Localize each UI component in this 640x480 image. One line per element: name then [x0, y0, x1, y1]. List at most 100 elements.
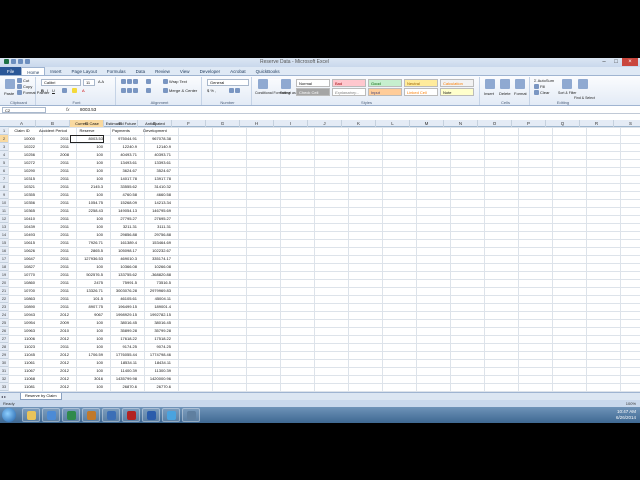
- format-cells-icon[interactable]: [515, 79, 525, 89]
- cell-estimated-future-payments[interactable]: 15268.09: [104, 199, 138, 207]
- cell-claim-id[interactable]: 11068: [8, 375, 36, 383]
- cell-claim-id[interactable]: 10439: [8, 223, 36, 231]
- orientation-button[interactable]: [146, 79, 152, 85]
- cell-anticipated-development[interactable]: -368820.88: [138, 271, 172, 279]
- header-accident-period[interactable]: Accident Period: [36, 120, 70, 135]
- style-good[interactable]: Good: [368, 79, 402, 87]
- italic-button[interactable]: I: [47, 88, 48, 93]
- style-neutral[interactable]: Neutral: [404, 79, 438, 87]
- tab-acrobat[interactable]: Acrobat: [225, 67, 251, 75]
- cell-estimated-future-payments[interactable]: 975044.91: [104, 135, 138, 143]
- number-format-select[interactable]: General: [207, 79, 249, 86]
- row-header[interactable]: 30: [0, 359, 8, 367]
- cell-claim-id[interactable]: 10290: [8, 167, 36, 175]
- row-header[interactable]: 24: [0, 311, 8, 319]
- merge-center-button[interactable]: Merge & Center: [163, 88, 197, 94]
- tab-page-layout[interactable]: Page Layout: [67, 67, 102, 75]
- font-size-box[interactable]: 11: [83, 79, 95, 86]
- borders-button[interactable]: [62, 88, 68, 94]
- cell-estimated-future-payments[interactable]: 33555.62: [104, 183, 138, 191]
- cell-estimated-future-payments[interactable]: 196499.15: [104, 303, 138, 311]
- cell-accident-period[interactable]: 2011: [36, 207, 70, 215]
- decimal-button[interactable]: [229, 88, 241, 94]
- cell-accident-period[interactable]: 2011: [36, 247, 70, 255]
- cell-anticipated-development[interactable]: 4660.58: [138, 191, 172, 199]
- row-header[interactable]: 11: [0, 207, 8, 215]
- row-header[interactable]: 5: [0, 159, 8, 167]
- cell-estimated-future-payments[interactable]: 11400.39: [104, 367, 138, 375]
- row-header[interactable]: 17: [0, 255, 8, 263]
- cell-claim-id[interactable]: 10890: [8, 303, 36, 311]
- cell-estimated-future-payments[interactable]: 469010.3: [104, 255, 138, 263]
- cell-estimated-future-payments[interactable]: 1435799.98: [104, 375, 138, 383]
- cell-claim-id[interactable]: 10827: [8, 263, 36, 271]
- cell-anticipated-development[interactable]: 27695.27: [138, 215, 172, 223]
- cell-claim-id[interactable]: 10954: [8, 319, 36, 327]
- excel-icon[interactable]: [62, 408, 80, 422]
- cell-current-case-reserve[interactable]: 100: [70, 175, 104, 183]
- cell-claim-id[interactable]: 11045: [8, 351, 36, 359]
- cell-current-case-reserve[interactable]: 100: [70, 359, 104, 367]
- cell-estimated-future-payments[interactable]: 1998929.15: [104, 311, 138, 319]
- row-header[interactable]: 28: [0, 343, 8, 351]
- cell-anticipated-development[interactable]: 38016.45: [138, 319, 172, 327]
- row-header[interactable]: 32: [0, 375, 8, 383]
- cell-claim-id[interactable]: 10700: [8, 287, 36, 295]
- cell-estimated-future-payments[interactable]: 149054.13: [104, 207, 138, 215]
- cell-current-case-reserve[interactable]: 100: [70, 151, 104, 159]
- cell-estimated-future-payments[interactable]: 13493.61: [104, 159, 138, 167]
- cell-claim-id[interactable]: 10365: [8, 207, 36, 215]
- font-color-button[interactable]: A: [82, 88, 85, 93]
- cell-claim-id[interactable]: 10863: [8, 295, 36, 303]
- row-header[interactable]: 31: [0, 367, 8, 375]
- row-header[interactable]: 9: [0, 191, 8, 199]
- tab-quickbooks[interactable]: QuickBooks: [251, 67, 285, 75]
- row-header[interactable]: 4: [0, 151, 8, 159]
- cell-accident-period[interactable]: 2011: [36, 231, 70, 239]
- cell-anticipated-development[interactable]: 10266.08: [138, 263, 172, 271]
- tab-view[interactable]: View: [175, 67, 195, 75]
- cell-claim-id[interactable]: 11061: [8, 359, 36, 367]
- redo-icon[interactable]: [25, 59, 30, 64]
- cell-claim-id[interactable]: 10000: [8, 135, 36, 143]
- cell-accident-period[interactable]: 2012: [36, 335, 70, 343]
- row-header[interactable]: 33: [0, 383, 8, 391]
- cell-claim-id[interactable]: 10963: [8, 327, 36, 335]
- insert-cells-icon[interactable]: [485, 79, 495, 89]
- start-button[interactable]: [2, 408, 16, 422]
- cell-anticipated-development[interactable]: 40393.71: [138, 151, 172, 159]
- row-header[interactable]: 16: [0, 247, 8, 255]
- cell-anticipated-development[interactable]: 29756.88: [138, 231, 172, 239]
- fill-button[interactable]: Fill: [534, 84, 545, 90]
- style-explanatory[interactable]: Explanatory...: [332, 88, 366, 96]
- cell-anticipated-development[interactable]: 11300.39: [138, 367, 172, 375]
- find-select-icon[interactable]: [578, 79, 588, 89]
- selected-cell-c2[interactable]: [70, 135, 104, 143]
- cell-claim-id[interactable]: 10222: [8, 143, 36, 151]
- cell-anticipated-development[interactable]: 1992782.15: [138, 311, 172, 319]
- cell-estimated-future-payments[interactable]: 105098.17: [104, 247, 138, 255]
- cell-current-case-reserve[interactable]: 100: [70, 319, 104, 327]
- worksheet-grid[interactable]: ABCDEFGHIJKLMNOPQRSTUV 12345678910111213…: [0, 120, 640, 398]
- cell-accident-period[interactable]: 2011: [36, 239, 70, 247]
- row-header[interactable]: 3: [0, 143, 8, 151]
- cell-claim-id[interactable]: 10626: [8, 247, 36, 255]
- row-header[interactable]: 12: [0, 215, 8, 223]
- top-align-button[interactable]: [121, 79, 139, 85]
- style-calculation[interactable]: Calculation: [440, 79, 474, 87]
- row-header[interactable]: 1: [0, 127, 8, 135]
- cell-accident-period[interactable]: 2011: [36, 135, 70, 143]
- cell-accident-period[interactable]: 2012: [36, 351, 70, 359]
- cell-claim-id[interactable]: 10410: [8, 215, 36, 223]
- cell-accident-period[interactable]: 2011: [36, 191, 70, 199]
- cell-current-case-reserve[interactable]: 100: [70, 215, 104, 223]
- word-icon[interactable]: [142, 408, 160, 422]
- cell-claim-id[interactable]: 10272: [8, 159, 36, 167]
- cell-accident-period[interactable]: 2011: [36, 223, 70, 231]
- row-header[interactable]: 7: [0, 175, 8, 183]
- cell-anticipated-development[interactable]: 2979969.83: [138, 287, 172, 295]
- header-current-case-reserve[interactable]: Current Case Reserve: [70, 120, 104, 135]
- clear-button[interactable]: Clear: [534, 90, 550, 96]
- cell-accident-period[interactable]: 2012: [36, 375, 70, 383]
- cell-accident-period[interactable]: 2011: [36, 295, 70, 303]
